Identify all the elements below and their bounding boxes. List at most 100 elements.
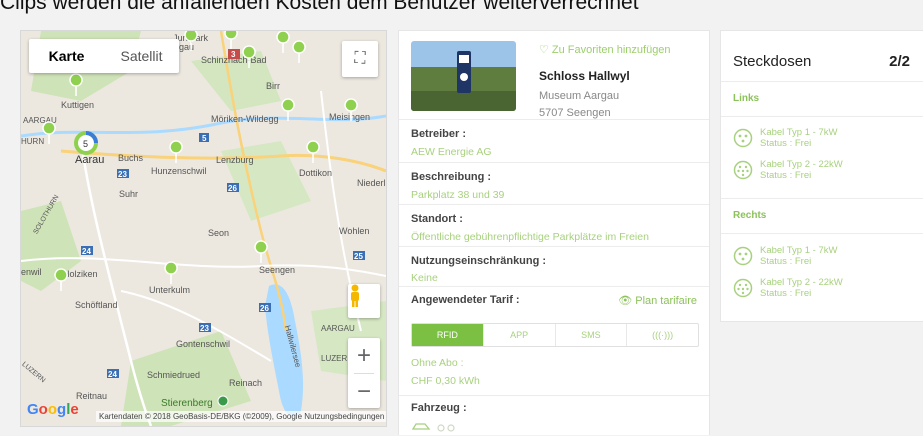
station-zip: 5707 Seengen	[539, 107, 611, 119]
location-row: Standort : Öffentliche gebührenpflichtig…	[399, 204, 709, 247]
road-shield: 23	[118, 170, 127, 179]
map-label: Dottikon	[299, 168, 332, 178]
station-name: Schloss Hallwyl	[539, 69, 630, 83]
operator-label: Betreiber :	[411, 128, 467, 140]
station-info-panel: ♡ Zu Favoriten hinzufügen Schloss Hallwy…	[398, 30, 710, 435]
poi-marker	[217, 395, 229, 407]
description-value: Parkplatz 38 und 39	[411, 189, 505, 201]
cable-type: Kabel Typ 1 - 7kW	[760, 245, 838, 256]
map-label: Meisingen	[329, 112, 370, 122]
google-logo[interactable]: Google	[27, 401, 79, 418]
station-cluster: 5	[74, 131, 98, 155]
zoom-control[interactable]: + −	[348, 338, 380, 408]
map-type-control[interactable]: Karte Satellit	[29, 39, 179, 73]
svg-text:5: 5	[83, 139, 88, 149]
vehicle-row: Fahrzeug :	[399, 395, 709, 436]
map-label: Birr	[266, 81, 280, 91]
map-label: Möriken-Wildegg	[211, 114, 279, 124]
map-label: LUZER	[321, 354, 347, 363]
plan-tarifaire-link[interactable]: 👁 Plan tarifaire	[618, 294, 697, 307]
fullscreen-button[interactable]: ⛶	[342, 41, 378, 77]
cable-type: Kabel Typ 2 - 22kW	[760, 277, 843, 288]
road-shield: 23	[200, 324, 209, 333]
operator-value[interactable]: AEW Energie AG	[411, 146, 492, 158]
map-label: Stierenberg	[161, 398, 213, 409]
map-label: Suhr	[119, 189, 138, 199]
cable-type: Kabel Typ 1 - 7kW	[760, 127, 838, 138]
station-subtitle: Museum Aargau	[539, 90, 620, 102]
road-shield: 3	[231, 50, 236, 59]
socket-group-label: Links	[721, 81, 923, 117]
operator-row: Betreiber : AEW Energie AG	[399, 119, 709, 162]
fullscreen-icon: ⛶	[354, 50, 366, 67]
map-label: HURN	[21, 137, 44, 146]
map-label: Buchs	[118, 153, 144, 163]
type1-plug-icon	[733, 128, 753, 148]
location-label: Standort :	[411, 213, 463, 225]
road-shield: 24	[82, 247, 91, 256]
map-view[interactable]: Jurapark rgau Schinznach-Bad Birr Kuttig…	[20, 30, 387, 427]
map-label: Niederl	[357, 178, 386, 188]
type2-plug-icon	[733, 278, 753, 298]
map-label: Gontenschwil	[176, 339, 230, 349]
restriction-label: Nutzungseinschränkung :	[411, 255, 547, 267]
restriction-value: Keine	[411, 272, 438, 284]
map-label: enwil	[21, 267, 42, 277]
cable-status: Status : Frei	[760, 170, 812, 181]
tab-app[interactable]: APP	[484, 324, 556, 346]
bike-icon	[437, 424, 445, 432]
description-label: Beschreibung :	[411, 171, 492, 183]
type2-plug-icon	[733, 160, 753, 180]
map-type-map[interactable]: Karte	[29, 39, 104, 73]
cable-status: Status : Frei	[760, 256, 812, 267]
sockets-title: Steckdosen	[733, 53, 812, 70]
sockets-panel: Steckdosen 2/2 Links Kabel Typ 1 - 7kW S…	[720, 30, 923, 322]
zoom-in-button[interactable]: +	[348, 338, 380, 373]
map-label: Reitnau	[76, 391, 107, 401]
vehicle-label: Fahrzeug :	[411, 402, 467, 414]
payment-tabs[interactable]: RFID APP SMS (((·)))	[411, 323, 699, 347]
map-label: Schöftland	[75, 300, 118, 310]
tab-rfid[interactable]: RFID	[412, 324, 484, 346]
map-label: Unterkulm	[149, 285, 190, 295]
map-label: Hunzenschwil	[151, 166, 207, 176]
map-attribution[interactable]: Kartendaten © 2018 GeoBasis-DE/BKG (©200…	[96, 411, 386, 422]
type1-plug-icon	[733, 246, 753, 266]
pegman-icon	[351, 284, 359, 307]
cable-status: Status : Frei	[760, 288, 812, 299]
car-icon	[411, 423, 431, 430]
map-label: Lenzburg	[216, 155, 254, 165]
map-label: Seon	[208, 228, 229, 238]
zoom-out-button[interactable]: −	[348, 374, 380, 409]
cable-type: Kabel Typ 2 - 22kW	[760, 159, 843, 170]
location-value: Öffentliche gebührenpflichtige Parkplätz…	[411, 231, 649, 243]
sockets-count: 2/2	[889, 53, 910, 70]
road-shield: 5	[202, 134, 207, 143]
map-label: Wohlen	[339, 226, 369, 236]
tab-sms[interactable]: SMS	[556, 324, 628, 346]
abo-label: Ohne Abo :	[411, 357, 464, 369]
street-view-button[interactable]	[348, 284, 380, 318]
road-shield: 26	[260, 304, 269, 313]
price-value: CHF 0,30 kWh	[411, 375, 480, 387]
socket-group-rechts: Rechts	[721, 198, 923, 234]
tab-nfc[interactable]: (((·)))	[627, 324, 698, 346]
description-row: Beschreibung : Parkplatz 38 und 39	[399, 162, 709, 205]
station-photo	[411, 41, 516, 111]
map-type-satellite[interactable]: Satellit	[104, 39, 179, 73]
map-label: Holziken	[63, 269, 98, 279]
eye-icon: 👁	[618, 295, 633, 307]
favorite-link[interactable]: ♡ Zu Favoriten hinzufügen	[539, 43, 671, 56]
map-label: Reinach	[229, 378, 262, 388]
road-shield: 26	[228, 184, 237, 193]
vehicle-icons	[411, 423, 455, 432]
map-canvas[interactable]: Jurapark rgau Schinznach-Bad Birr Kuttig…	[21, 31, 386, 426]
tariff-label: Angewendeter Tarif :	[411, 294, 520, 306]
map-label: AARGAU	[321, 324, 355, 333]
cable-status: Status : Frei	[760, 138, 812, 149]
road-shield: 24	[108, 370, 117, 379]
map-label: Seengen	[259, 265, 295, 275]
caption-text: Clips werden die anfallenden Kosten dem …	[0, 0, 639, 14]
socket-group-links: Links	[721, 81, 923, 117]
plan-label: Plan tarifaire	[635, 295, 697, 307]
